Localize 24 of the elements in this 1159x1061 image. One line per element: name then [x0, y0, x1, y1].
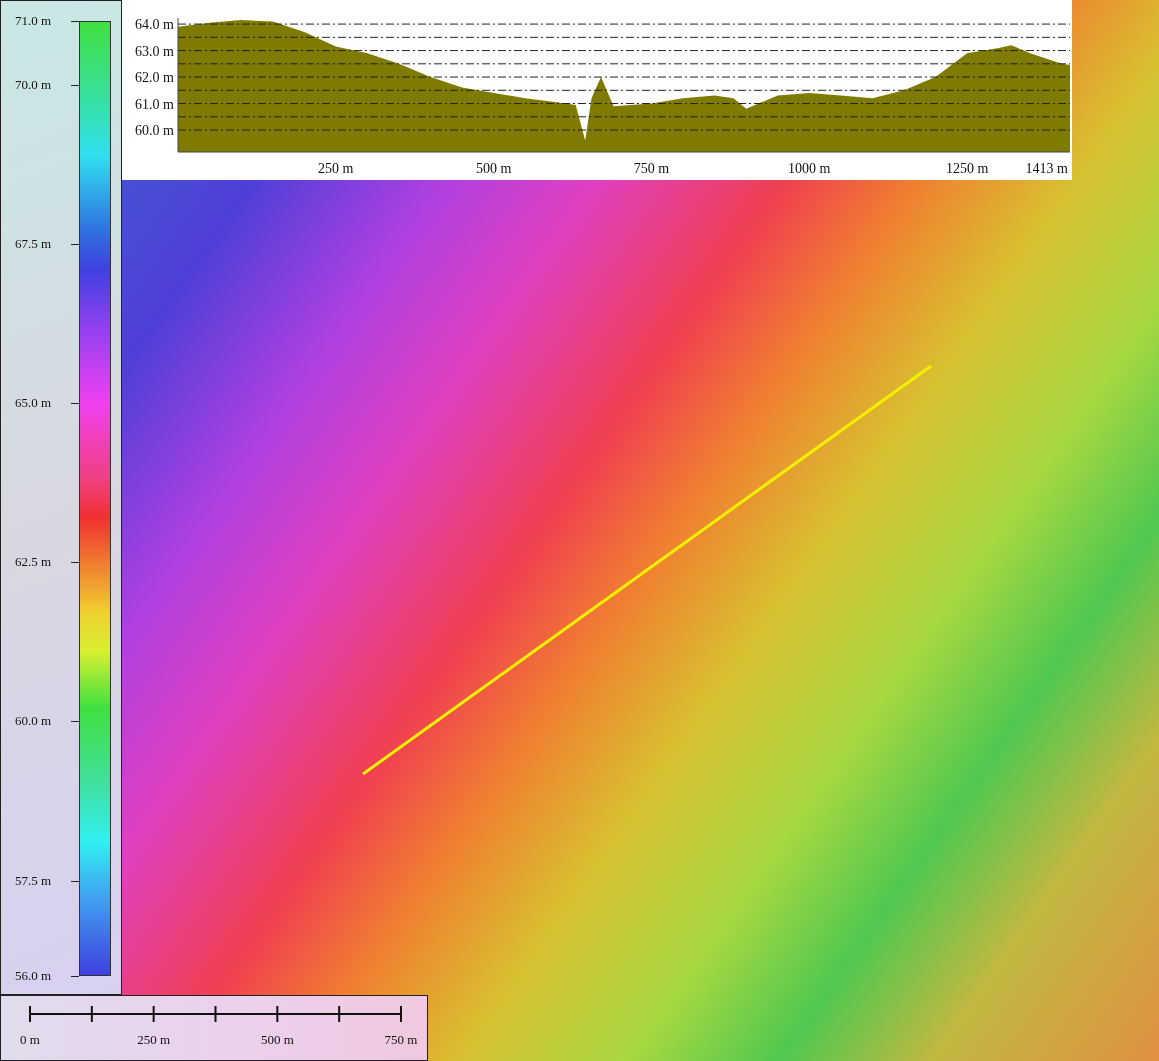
- scale-label: 0 m: [20, 1032, 40, 1048]
- x-axis-label: 1000 m: [788, 161, 831, 176]
- x-axis-label: 1413 m: [1025, 161, 1068, 176]
- y-axis-label: 64.0 m: [135, 17, 174, 33]
- scale-label: 750 m: [384, 1032, 418, 1048]
- legend-label: 57.5 m: [15, 872, 52, 889]
- y-axis-label: 62.0 m: [135, 70, 174, 86]
- legend-label: 65.0 m: [15, 395, 52, 411]
- x-axis-label: 750 m: [633, 161, 670, 176]
- legend-label: 56.0 m: [15, 968, 52, 984]
- x-axis-label: 250 m: [318, 161, 354, 176]
- legend-label: 71.0 m: [15, 13, 52, 29]
- scale-label: 500 m: [260, 1032, 294, 1048]
- x-axis-label: 1250 m: [945, 161, 989, 176]
- scale-bar-icon: [29, 1004, 404, 1024]
- y-axis-label: 63.0 m: [135, 43, 174, 59]
- x-axis-label: 500 m: [475, 161, 512, 176]
- legend-label: 70.0 m: [15, 76, 52, 93]
- scale-label: 250 m: [137, 1032, 171, 1048]
- legend-label: 60.0 m: [15, 713, 52, 730]
- y-axis-label: 61.0 m: [135, 96, 174, 112]
- legend-label: 62.5 m: [15, 554, 52, 571]
- legend-label: 67.5 m: [15, 235, 52, 252]
- y-axis-label: 60.0 m: [135, 123, 174, 138]
